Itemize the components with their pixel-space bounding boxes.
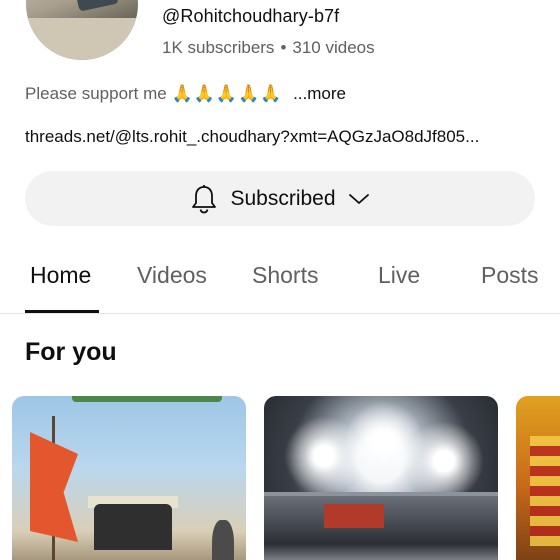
folded-hands-emoji: 🙏🙏🙏🙏🙏 [171, 84, 283, 103]
channel-description[interactable]: Please support me 🙏🙏🙏🙏🙏 ...more [25, 84, 346, 104]
avatar-ground [26, 18, 138, 60]
subscribed-label: Subscribed [230, 186, 336, 210]
channel-avatar[interactable] [26, 0, 138, 60]
channel-external-link[interactable]: threads.net/@lts.rohit_.choudhary?xmt=AQ… [25, 127, 535, 147]
video-thumbnail[interactable] [264, 396, 498, 560]
more-link[interactable]: ...more [293, 84, 346, 103]
tab-videos[interactable]: Videos [137, 262, 207, 289]
channel-tabs: Home Videos Shorts Live Posts [0, 248, 560, 314]
section-title: For you [25, 338, 117, 366]
person [212, 520, 234, 560]
video-count: 310 videos [292, 38, 375, 57]
thumbnail-caption-strip [72, 396, 222, 402]
tractor [94, 504, 172, 550]
firework-spark [404, 421, 484, 501]
video-thumbnail[interactable] [516, 396, 560, 560]
chevron-down-icon [348, 192, 370, 206]
active-tab-indicator [25, 310, 99, 313]
flag [30, 432, 78, 542]
stage-banner [324, 504, 384, 528]
decoration [530, 436, 560, 546]
description-text: Please support me [25, 84, 167, 103]
bell-icon [190, 184, 218, 214]
channel-handle: @Rohitchoudhary-b7f [162, 6, 340, 26]
avatar-figure [69, 0, 119, 12]
tab-shorts[interactable]: Shorts [252, 262, 318, 289]
video-thumbnail[interactable] [12, 396, 246, 560]
subscribed-button[interactable]: Subscribed [25, 171, 535, 226]
tab-posts[interactable]: Posts [481, 262, 539, 289]
stats-separator: • [280, 38, 287, 57]
tab-home[interactable]: Home [30, 262, 91, 289]
channel-stats: 1K subscribers • 310 videos [162, 38, 375, 58]
tab-live[interactable]: Live [378, 262, 420, 289]
subscriber-count: 1K subscribers [162, 38, 275, 57]
